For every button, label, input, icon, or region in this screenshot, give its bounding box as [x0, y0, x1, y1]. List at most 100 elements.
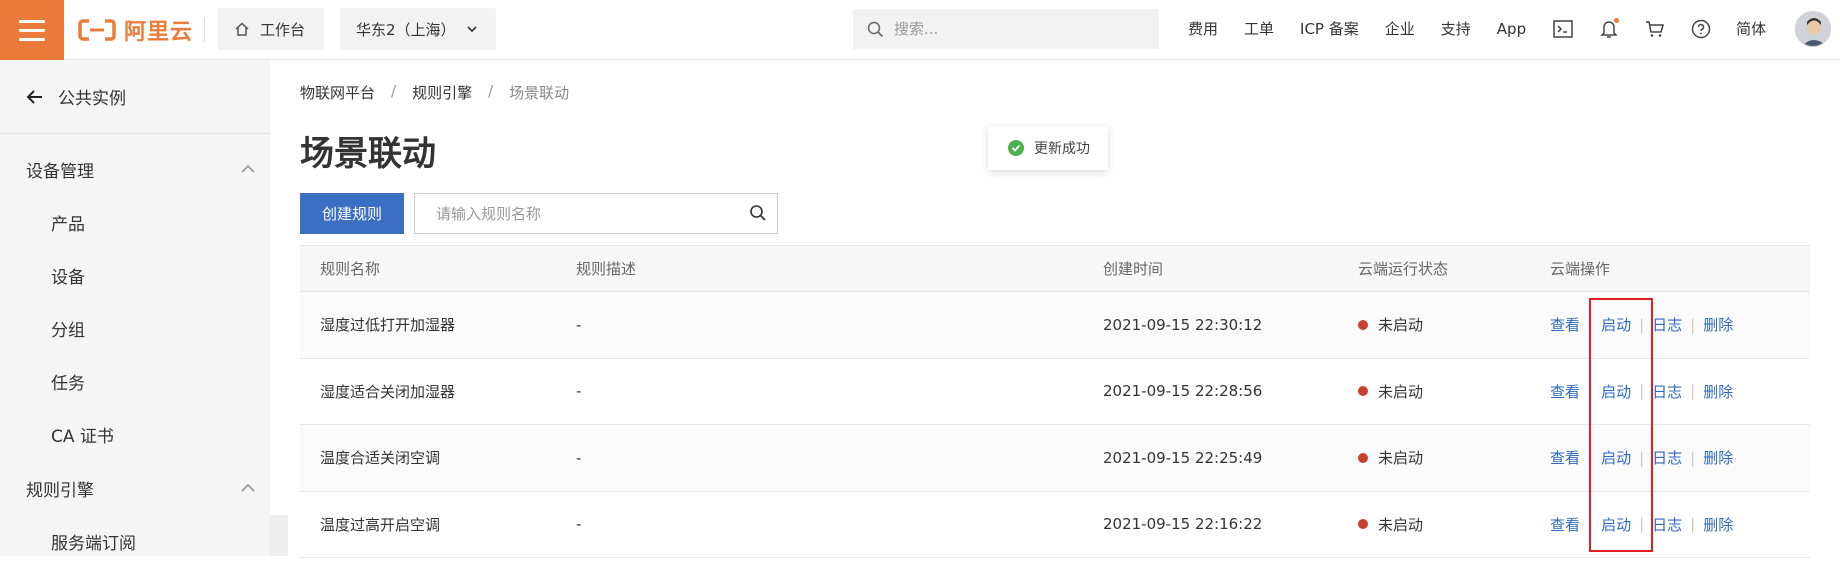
view-button[interactable]: 查看 [1550, 447, 1580, 468]
op-separator: | [1690, 448, 1696, 467]
create-rule-button[interactable]: 创建规则 [300, 193, 404, 234]
back-label: 公共实例 [58, 89, 126, 109]
row-operations: 查看 | 启动 | 日志 | 删除 [1550, 292, 1733, 358]
op-separator: | [1639, 315, 1645, 334]
rule-search [414, 193, 778, 234]
hamburger-menu-icon[interactable] [0, 0, 64, 60]
breadcrumb-rule-engine[interactable]: 规则引擎 [412, 82, 472, 103]
region-label: 华东2（上海） [356, 20, 456, 39]
status-text: 未启动 [1378, 515, 1424, 534]
workbench-button[interactable]: 工作台 [218, 8, 324, 50]
page-title: 场景联动 [300, 134, 436, 174]
view-button[interactable]: 查看 [1550, 381, 1580, 402]
log-button[interactable]: 日志 [1652, 314, 1682, 335]
rule-name: 温度合适关闭空调 [320, 449, 441, 468]
rule-desc: - [576, 448, 582, 467]
delete-button[interactable]: 删除 [1703, 381, 1733, 402]
region-selector[interactable]: 华东2（上海） [340, 8, 496, 50]
log-button[interactable]: 日志 [1652, 381, 1682, 402]
language-switch[interactable]: 简体 [1736, 18, 1766, 39]
home-icon [235, 22, 249, 36]
sidebar-item-task[interactable]: 任务 [0, 355, 270, 408]
link-ticket[interactable]: 工单 [1244, 18, 1274, 39]
link-support[interactable]: 支持 [1441, 18, 1471, 39]
rule-desc: - [576, 315, 582, 334]
search-icon[interactable] [749, 204, 767, 226]
header-rule-name: 规则名称 [320, 260, 381, 278]
op-separator: | [1690, 315, 1696, 334]
avatar[interactable] [1795, 11, 1831, 47]
back-to-instances[interactable]: 公共实例 [0, 60, 270, 134]
cart-icon[interactable] [1644, 18, 1666, 40]
delete-button[interactable]: 删除 [1703, 514, 1733, 535]
created-time: 2021-09-15 22:28:56 [1103, 382, 1263, 401]
rule-desc: - [576, 382, 582, 401]
op-separator: | [1588, 315, 1594, 334]
sidebar-item-device[interactable]: 设备 [0, 249, 270, 302]
search-input[interactable] [894, 20, 1134, 38]
link-enterprise[interactable]: 企业 [1385, 18, 1415, 39]
arrow-left-icon [26, 89, 42, 104]
status-dot [1358, 386, 1368, 397]
op-separator: | [1588, 382, 1594, 401]
link-app[interactable]: App [1497, 20, 1526, 38]
sidebar-group-rule-engine[interactable]: 规则引擎 [0, 461, 270, 515]
row-operations: 查看 | 启动 | 日志 | 删除 [1550, 425, 1733, 491]
breadcrumb-iot-platform[interactable]: 物联网平台 [300, 82, 375, 103]
status-dot [1358, 519, 1368, 530]
sidebar-item-server-subscription[interactable]: 服务端订阅 [0, 515, 270, 568]
link-billing[interactable]: 费用 [1188, 18, 1218, 39]
sidebar-item-product[interactable]: 产品 [0, 196, 270, 249]
rule-name: 湿度过低打开加湿器 [320, 316, 456, 335]
rule-name: 温度过高开启空调 [320, 515, 441, 534]
op-separator: | [1588, 515, 1594, 534]
status-dot [1358, 319, 1368, 330]
aliyun-bracket-icon [78, 19, 116, 41]
search-icon [867, 21, 884, 37]
link-icp[interactable]: ICP 备案 [1300, 18, 1359, 39]
status-text: 未启动 [1378, 382, 1424, 401]
success-toast: 更新成功 [988, 126, 1108, 170]
sidebar: 公共实例 设备管理 产品 设备 分组 任务 CA 证书 规则引擎 服务端订阅 [0, 60, 270, 556]
table-body: 湿度过低打开加湿器 -2021-09-15 22:30:12 未启动 查看 | 启动 | 日志… [300, 292, 1810, 558]
op-separator: | [1690, 382, 1696, 401]
delete-button[interactable]: 删除 [1703, 447, 1733, 468]
terminal-icon[interactable] [1552, 18, 1574, 40]
notification-dot [1614, 17, 1620, 23]
workbench-label: 工作台 [260, 20, 306, 39]
table-row: 温度合适关闭空调 - 2021-09-15 22:25:49 未启动 查看 | 启动 | 日志 |… [300, 425, 1810, 492]
op-separator: | [1588, 448, 1594, 467]
sidebar-item-ca-cert[interactable]: CA 证书 [0, 408, 270, 461]
log-button[interactable]: 日志 [1652, 447, 1682, 468]
start-button[interactable]: 启动 [1601, 314, 1631, 335]
op-separator: | [1639, 382, 1645, 401]
chevron-up-icon [241, 483, 255, 492]
rule-name: 湿度适合关闭加湿器 [320, 382, 456, 401]
sidebar-collapse-handle[interactable] [270, 515, 288, 556]
rule-name-search-input[interactable] [436, 204, 736, 223]
sidebar-group-device-management[interactable]: 设备管理 [0, 142, 270, 196]
breadcrumb-current: 场景联动 [509, 84, 570, 102]
start-button[interactable]: 启动 [1601, 381, 1631, 402]
created-time: 2021-09-15 22:25:49 [1103, 448, 1263, 467]
run-status: 未启动 [1358, 292, 1423, 358]
op-separator: | [1690, 515, 1696, 534]
sidebar-item-group[interactable]: 分组 [0, 302, 270, 355]
view-button[interactable]: 查看 [1550, 514, 1580, 535]
aliyun-logo[interactable]: 阿里云 [78, 17, 193, 45]
bell-icon[interactable] [1598, 17, 1620, 40]
header-operations: 云端操作 [1550, 260, 1611, 278]
table-row: 湿度适合关闭加湿器 - 2021-09-15 22:28:56 未启动 查看 | 启动 | 日志… [300, 359, 1810, 425]
table-row: 湿度过低打开加湿器 - 2021-09-15 22:30:12 未启动 查看 | 启动 | 日志… [300, 292, 1810, 359]
help-icon[interactable] [1690, 18, 1712, 40]
group-label: 设备管理 [26, 161, 94, 182]
top-links: 费用 工单 ICP 备案 企业 支持 App 简体 [1188, 0, 1792, 57]
start-button[interactable]: 启动 [1601, 447, 1631, 468]
global-search[interactable] [853, 9, 1159, 49]
header-created-time: 创建时间 [1103, 260, 1164, 278]
delete-button[interactable]: 删除 [1703, 314, 1733, 335]
view-button[interactable]: 查看 [1550, 314, 1580, 335]
log-button[interactable]: 日志 [1652, 514, 1682, 535]
start-button[interactable]: 启动 [1601, 514, 1631, 535]
divider [204, 18, 205, 42]
